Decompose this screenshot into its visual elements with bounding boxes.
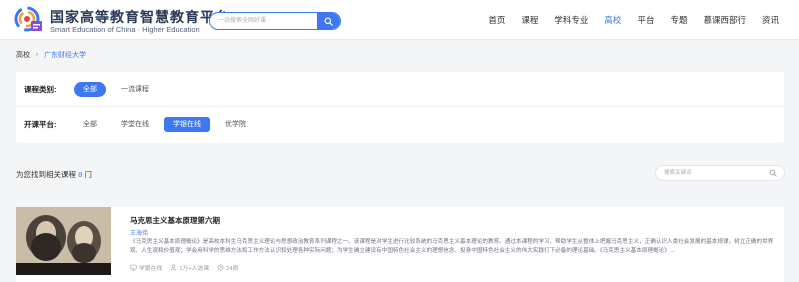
nav-item-disciplines[interactable]: 学科专业	[554, 0, 588, 40]
user-icon	[170, 264, 177, 271]
course-description: 《马克思主义基本原理概论》是高校本科生马克思主义理论与思想政治教育系列课程之一。…	[130, 239, 774, 254]
result-count: 为您找到相关课程 8 门	[16, 169, 92, 180]
logo-title-cn[interactable]: 国家高等教育智慧教育平台	[50, 7, 230, 27]
platform-option-ulearning[interactable]: 优学院	[216, 117, 255, 132]
result-count-suffix: 门	[84, 170, 92, 179]
course-title[interactable]: 马克思主义基本原理第六期	[130, 215, 220, 226]
category-filter-label: 课程类别:	[24, 84, 57, 94]
course-thumbnail[interactable]	[16, 207, 111, 275]
result-count-prefix: 为您找到相关课程	[16, 170, 76, 179]
platform-logo-icon[interactable]	[14, 6, 44, 34]
filter-panel: 课程类别: 全部 一流课程 开课平台: 全部 学堂在线 学银在线 优学院	[16, 72, 784, 143]
nav-item-home[interactable]: 首页	[488, 0, 505, 40]
chevron-right-icon: ›	[36, 52, 38, 58]
top-header: 国家高等教育智慧教育平台 Smart Education of China · …	[0, 0, 799, 40]
nav-item-universities[interactable]: 高校	[604, 0, 621, 40]
nav-item-platforms[interactable]: 平台	[637, 0, 654, 40]
course-learners-text: 1万+人选课	[179, 266, 209, 272]
platform-option-xueyin[interactable]: 学银在线	[164, 117, 210, 132]
platform-filter-row: 开课平台: 全部 学堂在线 学银在线 优学院	[16, 107, 784, 142]
search-icon[interactable]	[769, 169, 777, 177]
category-filter-row: 课程类别: 全部 一流课程	[16, 72, 784, 107]
global-search-input[interactable]	[210, 13, 316, 29]
category-option-all[interactable]: 全部	[74, 81, 106, 97]
global-search-button[interactable]	[317, 13, 340, 29]
breadcrumb-current[interactable]: 广东财经大学	[44, 50, 86, 60]
platform-option-xuetangx[interactable]: 学堂在线	[112, 117, 158, 132]
nav-item-courses[interactable]: 课程	[521, 0, 538, 40]
platform-filter-label: 开课平台:	[24, 120, 57, 129]
course-platform-text: 学银在线	[139, 266, 163, 272]
course-platform: 学银在线	[130, 263, 162, 272]
clock-icon	[217, 264, 224, 271]
monitor-icon	[130, 264, 137, 271]
keyword-search-box	[655, 165, 785, 181]
course-teacher[interactable]: 王海伟	[130, 228, 148, 237]
logo-title-en: Smart Education of China · Higher Educat…	[50, 25, 200, 34]
platform-option-all[interactable]: 全部	[74, 117, 106, 132]
category-option-first-class[interactable]: 一流课程	[112, 82, 158, 97]
nav-item-mooc-west[interactable]: 慕课西部行	[703, 0, 746, 40]
course-duration: 24周	[217, 263, 238, 272]
keyword-search-input[interactable]	[656, 166, 766, 180]
search-icon	[324, 16, 333, 26]
course-duration-text: 24周	[226, 266, 239, 272]
breadcrumb-root[interactable]: 高校	[16, 50, 30, 60]
breadcrumb: 高校 › 广东财经大学	[16, 50, 86, 60]
main-nav: 首页 课程 学科专业 高校 平台 专题 慕课西部行 资讯	[472, 0, 779, 40]
course-learners: 1万+人选课	[170, 263, 209, 272]
nav-item-news[interactable]: 资讯	[762, 0, 779, 40]
portrait-image-icon	[16, 207, 111, 275]
course-meta: 学银在线 1万+人选课 24周	[130, 263, 246, 272]
nav-item-topics[interactable]: 专题	[670, 0, 687, 40]
course-card[interactable]: 马克思主义基本原理第六期 王海伟 《马克思主义基本原理概论》是高校本科生马克思主…	[16, 207, 784, 282]
result-count-number: 8	[78, 170, 83, 179]
global-search-box	[209, 12, 341, 30]
